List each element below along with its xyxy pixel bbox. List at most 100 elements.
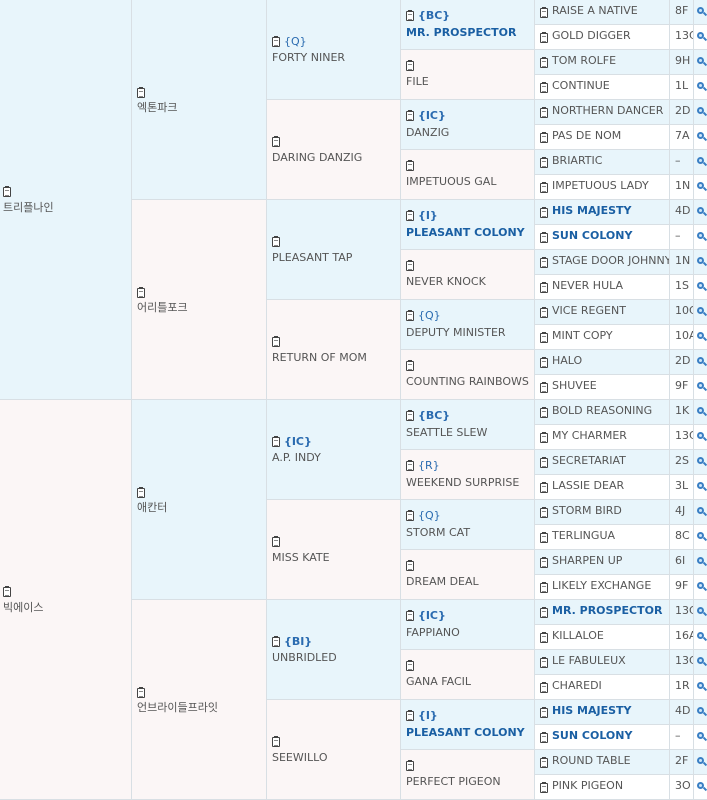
magnifier-icon[interactable]	[694, 500, 707, 525]
horse-name[interactable]: PINK PIGEON	[552, 779, 623, 792]
horse-name[interactable]: VICE REGENT	[552, 304, 626, 317]
clipboard-icon[interactable]	[540, 757, 548, 768]
magnifier-icon[interactable]	[694, 450, 707, 475]
horse-name[interactable]: MR. PROSPECTOR	[552, 604, 662, 617]
clipboard-icon[interactable]	[540, 657, 548, 668]
horse-name[interactable]: SEATTLE SLEW	[406, 426, 487, 439]
horse-name[interactable]: BRIARTIC	[552, 154, 602, 167]
clipboard-icon[interactable]	[406, 510, 414, 521]
horse-name[interactable]: COUNTING RAINBOWS	[406, 375, 529, 388]
clipboard-icon[interactable]	[406, 760, 414, 771]
horse-name[interactable]: 엑톤파크	[137, 99, 177, 115]
horse-name[interactable]: RETURN OF MOM	[272, 351, 367, 364]
horse-name[interactable]: HIS MAJESTY	[552, 204, 632, 217]
clipboard-icon[interactable]	[540, 357, 548, 368]
clipboard-icon[interactable]	[137, 287, 145, 298]
clipboard-icon[interactable]	[540, 157, 548, 168]
clipboard-icon[interactable]	[272, 36, 280, 47]
clipboard-icon[interactable]	[540, 407, 548, 418]
clipboard-icon[interactable]	[406, 410, 414, 421]
clipboard-icon[interactable]	[540, 607, 548, 618]
clipboard-icon[interactable]	[406, 310, 414, 321]
horse-name[interactable]: BOLD REASONING	[552, 404, 652, 417]
clipboard-icon[interactable]	[406, 160, 414, 171]
horse-name[interactable]: SHUVEE	[552, 379, 597, 392]
clipboard-icon[interactable]	[406, 110, 414, 121]
horse-name[interactable]: FAPPIANO	[406, 626, 460, 639]
horse-name[interactable]: FORTY NINER	[272, 51, 345, 64]
clipboard-icon[interactable]	[272, 336, 280, 347]
horse-name[interactable]: STORM CAT	[406, 526, 470, 539]
clipboard-icon[interactable]	[540, 132, 548, 143]
horse-name[interactable]: DREAM DEAL	[406, 575, 479, 588]
clipboard-icon[interactable]	[540, 332, 548, 343]
magnifier-icon[interactable]	[694, 300, 707, 325]
clipboard-icon[interactable]	[540, 7, 548, 18]
clipboard-icon[interactable]	[540, 682, 548, 693]
horse-name[interactable]: LIKELY EXCHANGE	[552, 579, 651, 592]
clipboard-icon[interactable]	[540, 507, 548, 518]
horse-name[interactable]: DARING DANZIG	[272, 151, 362, 164]
clipboard-icon[interactable]	[540, 457, 548, 468]
clipboard-icon[interactable]	[406, 260, 414, 271]
magnifier-icon[interactable]	[694, 250, 707, 275]
horse-name[interactable]: LASSIE DEAR	[552, 479, 624, 492]
clipboard-icon[interactable]	[272, 636, 280, 647]
horse-name[interactable]: PLEASANT COLONY	[406, 726, 525, 739]
clipboard-icon[interactable]	[540, 782, 548, 793]
clipboard-icon[interactable]	[540, 707, 548, 718]
clipboard-icon[interactable]	[272, 236, 280, 247]
clipboard-icon[interactable]	[3, 186, 11, 197]
clipboard-icon[interactable]	[540, 307, 548, 318]
clipboard-icon[interactable]	[540, 557, 548, 568]
horse-name[interactable]: NEVER KNOCK	[406, 275, 486, 288]
magnifier-icon[interactable]	[694, 0, 707, 25]
horse-name[interactable]: ROUND TABLE	[552, 754, 631, 767]
magnifier-icon[interactable]	[694, 350, 707, 375]
clipboard-icon[interactable]	[540, 32, 548, 43]
horse-name[interactable]: MR. PROSPECTOR	[406, 26, 516, 39]
clipboard-icon[interactable]	[137, 687, 145, 698]
magnifier-icon[interactable]	[694, 750, 707, 775]
horse-name[interactable]: PERFECT PIGEON	[406, 775, 501, 788]
horse-name[interactable]: PLEASANT COLONY	[406, 226, 525, 239]
clipboard-icon[interactable]	[406, 360, 414, 371]
clipboard-icon[interactable]	[137, 487, 145, 498]
magnifier-icon[interactable]	[694, 700, 707, 725]
clipboard-icon[interactable]	[272, 536, 280, 547]
clipboard-icon[interactable]	[540, 257, 548, 268]
clipboard-icon[interactable]	[406, 210, 414, 221]
horse-name[interactable]: SUN COLONY	[552, 229, 632, 242]
horse-name[interactable]: SUN COLONY	[552, 729, 632, 742]
horse-name[interactable]: IMPETUOUS LADY	[552, 179, 649, 192]
horse-name[interactable]: NORTHERN DANCER	[552, 104, 663, 117]
horse-name[interactable]: NEVER HULA	[552, 279, 623, 292]
magnifier-icon[interactable]	[694, 175, 707, 200]
horse-name[interactable]: IMPETUOUS GAL	[406, 175, 496, 188]
clipboard-icon[interactable]	[540, 432, 548, 443]
horse-name[interactable]: 빅에이스	[3, 599, 43, 615]
horse-name[interactable]: 언브라이들프라잇	[137, 699, 218, 715]
horse-name[interactable]: STORM BIRD	[552, 504, 622, 517]
horse-name[interactable]: KILLALOE	[552, 629, 604, 642]
magnifier-icon[interactable]	[694, 525, 707, 550]
clipboard-icon[interactable]	[540, 232, 548, 243]
magnifier-icon[interactable]	[694, 400, 707, 425]
clipboard-icon[interactable]	[406, 60, 414, 71]
horse-name[interactable]: CHAREDI	[552, 679, 602, 692]
horse-name[interactable]: LE FABULEUX	[552, 654, 626, 667]
clipboard-icon[interactable]	[137, 87, 145, 98]
clipboard-icon[interactable]	[540, 582, 548, 593]
clipboard-icon[interactable]	[540, 107, 548, 118]
clipboard-icon[interactable]	[406, 710, 414, 721]
clipboard-icon[interactable]	[406, 460, 414, 471]
magnifier-icon[interactable]	[694, 725, 707, 750]
horse-name[interactable]: MINT COPY	[552, 329, 613, 342]
horse-name[interactable]: DANZIG	[406, 126, 449, 139]
horse-name[interactable]: 어리틀포크	[137, 299, 188, 315]
horse-name[interactable]: TOM ROLFE	[552, 54, 616, 67]
horse-name[interactable]: SEEWILLO	[272, 751, 328, 764]
magnifier-icon[interactable]	[694, 100, 707, 125]
clipboard-icon[interactable]	[272, 736, 280, 747]
horse-name[interactable]: HALO	[552, 354, 582, 367]
